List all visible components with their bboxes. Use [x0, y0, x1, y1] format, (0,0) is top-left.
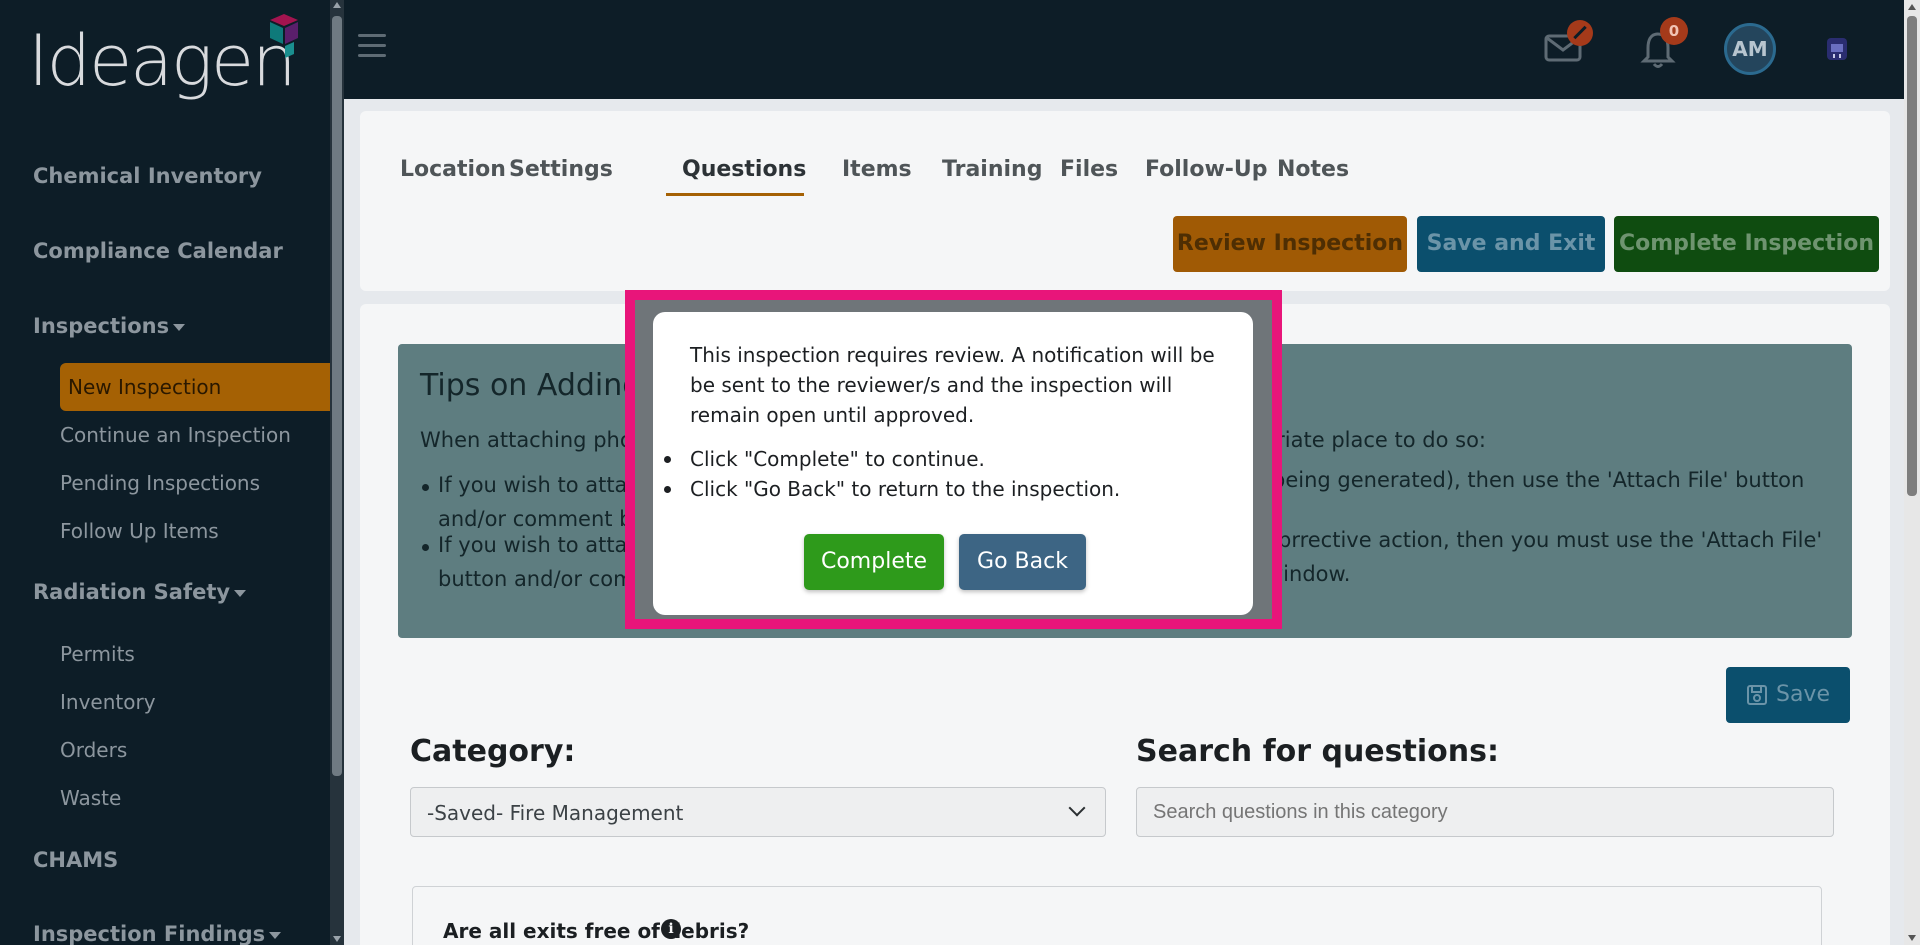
scroll-thumb[interactable] — [332, 16, 342, 776]
scroll-thumb[interactable] — [1907, 16, 1917, 496]
inspection-tabs-card: Location Settings Questions Items Traini… — [360, 111, 1890, 291]
complete-button[interactable]: Complete — [804, 534, 944, 590]
save-button-label: Save — [1775, 682, 1830, 707]
sidebar-item-permits[interactable]: Permits — [60, 642, 135, 666]
save-button[interactable]: Save — [1726, 667, 1850, 723]
logo-cube-icon — [270, 14, 298, 58]
sidebar-item-label: Inspections — [33, 314, 170, 338]
category-label: Category: — [410, 734, 576, 769]
bullet-icon — [422, 484, 429, 491]
tips-bullet-2: If you wish to atta button and/or com — [438, 528, 634, 596]
scroll-down-arrow-icon[interactable] — [1908, 935, 1916, 941]
tab-files[interactable]: Files — [1060, 157, 1118, 182]
scroll-down-arrow-icon[interactable] — [333, 936, 341, 942]
complete-inspection-button[interactable]: Complete Inspection — [1614, 216, 1879, 272]
sidebar-item-inspection-findings[interactable]: Inspection Findings — [33, 922, 282, 945]
sidebar-item-waste[interactable]: Waste — [60, 786, 121, 810]
dialog-bullet-1-text: Click "Complete" to continue. — [690, 447, 985, 471]
dialog-bullet-2-text: Click "Go Back" to return to the inspect… — [690, 477, 1121, 501]
caret-down-icon — [173, 323, 186, 331]
dialog-bullet-goback: Click "Go Back" to return to the inspect… — [664, 474, 1121, 504]
sidebar: Ideagen Chemical Inventory Compliance Ca… — [0, 0, 330, 945]
floppy-disk-icon — [1746, 685, 1767, 705]
dialog-bullet-complete: Click "Complete" to continue. — [664, 444, 1120, 474]
sidebar-item-continue-inspection[interactable]: Continue an Inspection — [60, 423, 291, 447]
tips-bullet-2-line2: button and/or com — [438, 567, 634, 591]
caret-down-icon — [269, 931, 282, 939]
review-confirm-dialog: This inspection requires review. A notif… — [653, 312, 1253, 615]
tips-bullet-1-right: peing generated), then use the 'Attach F… — [1272, 468, 1805, 492]
category-select[interactable]: -Saved- Fire Management — [410, 787, 1106, 837]
tips-bullet-1: If you wish to atta and/or comment b — [438, 468, 633, 536]
save-and-exit-button[interactable]: Save and Exit — [1417, 216, 1605, 272]
tab-follow-up[interactable]: Follow-Up — [1145, 157, 1268, 182]
bullet-icon — [664, 456, 671, 463]
search-label: Search for questions: — [1136, 734, 1499, 769]
tips-intro-left: When attaching pho — [420, 428, 633, 452]
tab-settings[interactable]: Settings — [509, 157, 613, 182]
user-avatar[interactable]: AM — [1724, 23, 1776, 75]
scroll-up-arrow-icon[interactable] — [333, 2, 341, 8]
sidebar-item-chemical-inventory[interactable]: Chemical Inventory — [33, 164, 262, 188]
sidebar-item-compliance-calendar[interactable]: Compliance Calendar — [33, 239, 283, 263]
notification-count-badge: 0 — [1660, 17, 1688, 45]
sidebar-item-follow-up-items[interactable]: Follow Up Items — [60, 519, 219, 543]
tab-notes[interactable]: Notes — [1277, 157, 1349, 182]
chevron-down-icon — [1068, 799, 1086, 817]
ideagen-logo[interactable]: Ideagen — [28, 14, 308, 104]
go-back-button[interactable]: Go Back — [959, 534, 1086, 590]
category-selected-value: -Saved- Fire Management — [427, 801, 684, 825]
top-header: 0 AM — [344, 0, 1920, 99]
tips-bullet-1-line1: If you wish to atta — [438, 473, 628, 497]
sidebar-item-new-inspection[interactable]: New Inspection — [60, 363, 330, 411]
tips-intro-right: opriate place to do so: — [1250, 428, 1486, 452]
tab-items[interactable]: Items — [842, 157, 912, 182]
scroll-up-arrow-icon[interactable] — [1908, 4, 1916, 10]
sidebar-item-label: New Inspection — [68, 375, 222, 399]
info-icon[interactable]: i — [661, 919, 681, 939]
sidebar-scrollbar[interactable] — [330, 0, 344, 945]
hamburger-menu-icon[interactable] — [358, 34, 386, 58]
sidebar-item-pending-inspections[interactable]: Pending Inspections — [60, 471, 260, 495]
bullet-icon — [664, 486, 671, 493]
tips-bullet-2-line1: If you wish to atta — [438, 533, 628, 557]
sidebar-item-label: Radiation Safety — [33, 580, 231, 604]
tab-location[interactable]: Location — [400, 157, 506, 182]
question-card: Are all exits free of debris? i — [412, 886, 1822, 945]
sidebar-item-label: Inspection Findings — [33, 922, 266, 945]
question-text: Are all exits free of debris? — [443, 919, 750, 943]
tips-bullet-2-right: prrective action, then you must use the … — [1278, 528, 1823, 552]
logo-text: Ideagen — [28, 20, 296, 102]
mail-disabled-badge-icon — [1567, 20, 1593, 46]
sidebar-item-inspections[interactable]: Inspections — [33, 314, 186, 338]
sidebar-item-orders[interactable]: Orders — [60, 738, 127, 762]
dialog-instructions: Click "Complete" to continue. Click "Go … — [664, 444, 1121, 504]
bullet-icon — [422, 544, 429, 551]
sidebar-item-inventory[interactable]: Inventory — [60, 690, 156, 714]
tab-questions[interactable]: Questions — [682, 157, 806, 182]
dialog-message: This inspection requires review. A notif… — [690, 343, 1215, 427]
main-scrollbar[interactable] — [1904, 0, 1920, 945]
app-switcher-icon[interactable] — [1824, 34, 1850, 64]
sidebar-item-radiation-safety[interactable]: Radiation Safety — [33, 580, 247, 604]
tab-training[interactable]: Training — [942, 157, 1042, 182]
search-questions-input[interactable] — [1136, 787, 1834, 837]
review-inspection-button[interactable]: Review Inspection — [1173, 216, 1407, 272]
caret-down-icon — [234, 589, 247, 597]
sidebar-item-chams[interactable]: CHAMS — [33, 848, 118, 872]
active-tab-underline — [666, 193, 804, 196]
